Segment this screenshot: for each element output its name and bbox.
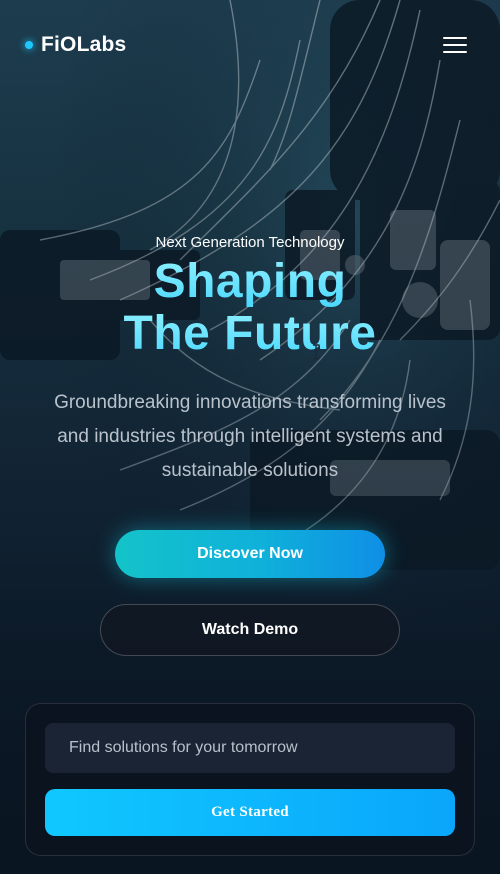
watch-demo-button[interactable]: Watch Demo: [100, 604, 400, 656]
hamburger-menu-icon[interactable]: [440, 34, 470, 56]
landing-page: FiOLabs Next Generation Technology Shapi…: [0, 0, 500, 874]
hero-headline-line-2: The Future: [0, 308, 500, 360]
hero-eyebrow: Next Generation Technology: [155, 234, 345, 251]
hero-headline-line-1: Shaping: [0, 256, 500, 308]
logo-dot-icon: [25, 41, 33, 49]
brand-logo[interactable]: FiOLabs: [25, 33, 126, 57]
hero-headline: Shaping The Future: [0, 256, 500, 360]
get-started-button[interactable]: Get Started: [45, 789, 455, 836]
menu-bar-bottom: [443, 51, 467, 53]
menu-bar-middle: [443, 44, 467, 46]
solutions-search-input[interactable]: [45, 723, 455, 773]
menu-bar-top: [443, 37, 467, 39]
top-navigation-bar: FiOLabs: [0, 0, 500, 90]
discover-now-button[interactable]: Discover Now: [115, 530, 385, 578]
brand-name: FiOLabs: [41, 33, 127, 56]
search-card: Get Started: [25, 703, 475, 856]
text-cursor-icon: [313, 344, 319, 360]
hero-description: Groundbreaking innovations transforming …: [54, 392, 446, 481]
hero-section: Next Generation Technology Shaping The F…: [0, 230, 500, 360]
